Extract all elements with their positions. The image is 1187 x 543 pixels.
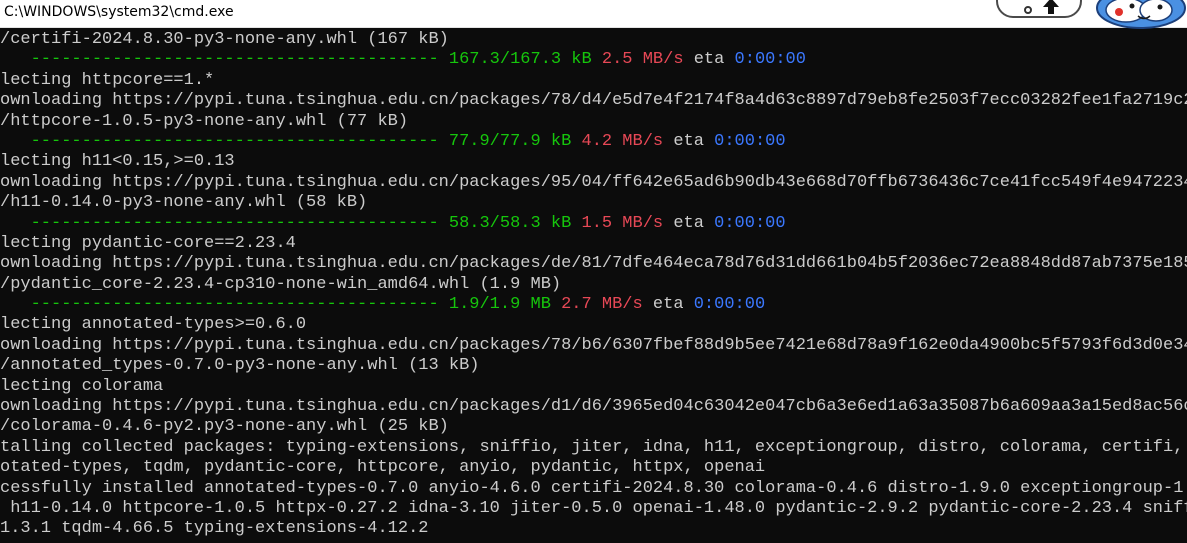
console-line: talling collected packages: typing-exten… bbox=[0, 437, 1184, 457]
console-line: lecting pydantic-core==2.23.4 bbox=[0, 233, 296, 253]
console-line: h11-0.14.0 httpcore-1.0.5 httpx-0.27.2 i… bbox=[0, 498, 1187, 518]
download-rate: 4.2 MB/s bbox=[581, 131, 674, 151]
download-rate: 2.5 MB/s bbox=[601, 50, 694, 70]
eta-label: eta bbox=[652, 295, 694, 315]
eta-label: eta bbox=[673, 131, 715, 151]
progress-amount: 167.3/167.3 kB bbox=[448, 50, 602, 70]
console-line: /pydantic_core-2.23.4-cp310-none-win_amd… bbox=[0, 274, 562, 294]
console-output[interactable]: /certifi-2024.8.30-py3-none-any.whl (167… bbox=[0, 30, 1187, 543]
console-line: lecting colorama bbox=[0, 376, 164, 396]
console-line: /httpcore-1.0.5-py3-none-any.whl (77 kB) bbox=[0, 111, 409, 131]
eta-value: 0:00:00 bbox=[714, 213, 786, 233]
progress-line: ----------------------------------------… bbox=[0, 132, 1187, 152]
eta-value: 0:00:00 bbox=[693, 295, 766, 315]
download-rate: 1.5 MB/s bbox=[581, 213, 674, 233]
progress-line: ----------------------------------------… bbox=[0, 214, 1187, 234]
console-line: lecting annotated-types>=0.6.0 bbox=[0, 315, 307, 335]
progress-line: ----------------------------------------… bbox=[0, 50, 1187, 70]
console-line: otated-types, tqdm, pydantic-core, httpc… bbox=[0, 458, 766, 478]
console-line: ownloading https://pypi.tuna.tsinghua.ed… bbox=[0, 172, 1187, 192]
console-line: /certifi-2024.8.30-py3-none-any.whl (167… bbox=[0, 30, 449, 49]
cmd-window: C:\WINDOWS\system32\cmd.exe /certifi-202… bbox=[0, 0, 1187, 543]
console-line: ownloading https://pypi.tuna.tsinghua.ed… bbox=[0, 91, 1187, 111]
progress-bar: ---------------------------------------- bbox=[0, 131, 449, 151]
up-arrow-icon bbox=[1043, 0, 1059, 14]
console-line: /colorama-0.4.6-py2.py3-none-any.whl (25… bbox=[0, 417, 449, 437]
cartoon-mascot-icon bbox=[1096, 0, 1186, 29]
progress-amount: 58.3/58.3 kB bbox=[448, 213, 582, 233]
progress-amount: 77.9/77.9 kB bbox=[448, 131, 582, 151]
progress-bar: ---------------------------------------- bbox=[0, 213, 449, 233]
eta-label: eta bbox=[693, 50, 735, 70]
progress-line: ----------------------------------------… bbox=[0, 295, 1187, 315]
eta-value: 0:00:00 bbox=[714, 131, 786, 151]
console-line: lecting h11<0.15,>=0.13 bbox=[0, 152, 235, 172]
console-line: ownloading https://pypi.tuna.tsinghua.ed… bbox=[0, 397, 1187, 417]
console-line: ownloading https://pypi.tuna.tsinghua.ed… bbox=[0, 254, 1187, 274]
console-line: ownloading https://pypi.tuna.tsinghua.ed… bbox=[0, 335, 1187, 355]
console-line: 1.3.1 tqdm-4.66.5 typing-extensions-4.12… bbox=[0, 519, 429, 539]
console-line: /h11-0.14.0-py3-none-any.whl (58 kB) bbox=[0, 193, 368, 213]
download-rate: 2.7 MB/s bbox=[561, 295, 653, 315]
console-line: cessfully installed annotated-types-0.7.… bbox=[0, 478, 1187, 498]
window-title: C:\WINDOWS\system32\cmd.exe bbox=[4, 4, 234, 20]
eta-value: 0:00:00 bbox=[734, 50, 806, 70]
progress-bar: ---------------------------------------- bbox=[0, 295, 449, 315]
console-line: lecting httpcore==1.* bbox=[0, 70, 215, 90]
eta-label: eta bbox=[673, 213, 715, 233]
progress-bar: ---------------------------------------- bbox=[0, 50, 449, 70]
overlay-widget bbox=[996, 0, 1082, 18]
console-line: /annotated_types-0.7.0-py3-none-any.whl … bbox=[0, 356, 480, 376]
dot-icon bbox=[1024, 6, 1032, 14]
progress-amount: 1.9/1.9 MB bbox=[448, 295, 562, 315]
